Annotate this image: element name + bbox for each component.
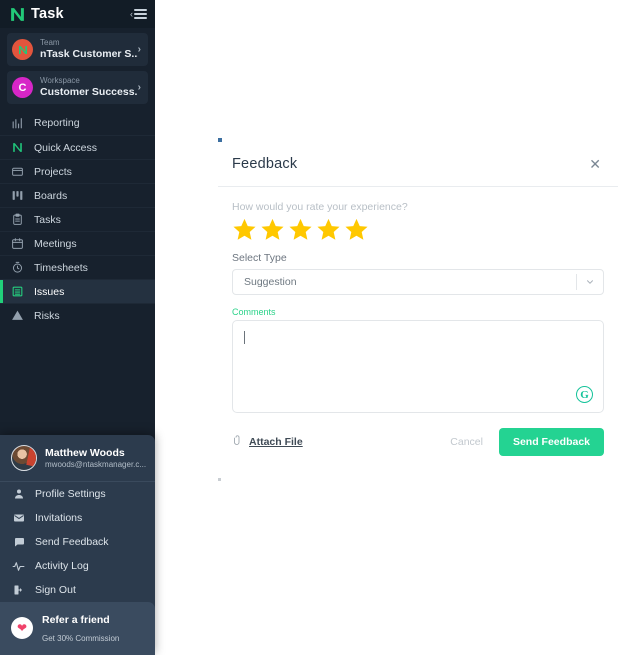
context-switchers: Team nTask Customer S... › C Workspace C… — [0, 28, 155, 109]
activity-pulse-icon — [11, 560, 26, 573]
star-rating[interactable] — [232, 217, 604, 242]
modal-title: Feedback — [232, 156, 298, 172]
sidebar-item-tasks[interactable]: Tasks — [0, 207, 155, 231]
sidebar: Task ‹ Team nTask Customer S... › C Work… — [0, 0, 155, 655]
team-switcher[interactable]: Team nTask Customer S... › — [7, 33, 148, 66]
star-4[interactable] — [316, 217, 341, 242]
chevron-right-icon: › — [137, 44, 141, 55]
sidebar-item-risks[interactable]: Risks — [0, 303, 155, 327]
select-type-dropdown[interactable]: Suggestion — [232, 269, 604, 295]
attach-file-label: Attach File — [249, 436, 303, 448]
sidebar-nav: Reporting Quick Access Projects Boards T… — [0, 111, 155, 327]
profile-menu-item-label: Activity Log — [35, 560, 89, 572]
board-columns-icon — [10, 188, 25, 203]
sidebar-brand-bar: Task ‹ — [0, 0, 155, 28]
sidebar-item-issues[interactable]: Issues — [0, 279, 155, 303]
workspace-avatar: C — [12, 77, 33, 98]
modal-body: How would you rate your experience? Sele… — [218, 187, 618, 413]
sidebar-item-timesheets[interactable]: Timesheets — [0, 255, 155, 279]
envelope-icon — [11, 512, 26, 524]
profile-user-email: mwoods@ntaskmanager.c... — [45, 459, 147, 469]
profile-menu-item-label: Send Feedback — [35, 536, 109, 548]
sidebar-item-label: Risks — [34, 309, 60, 322]
chevron-right-icon: › — [137, 82, 141, 93]
select-type-label: Select Type — [232, 252, 287, 264]
paperclip-icon — [232, 433, 244, 451]
profile-menu-item-activity-log[interactable]: Activity Log — [0, 554, 155, 578]
brand-logo[interactable]: Task — [9, 6, 64, 23]
sidebar-item-label: Meetings — [34, 237, 77, 250]
text-cursor — [244, 331, 245, 344]
workspace-name: Customer Success... — [40, 86, 138, 98]
attach-file-button[interactable]: Attach File — [232, 433, 303, 451]
user-avatar-photo — [11, 445, 37, 471]
profile-menu-item-label: Profile Settings — [35, 488, 106, 500]
sidebar-item-label: Tasks — [34, 213, 61, 226]
team-name: nTask Customer S... — [40, 48, 138, 60]
stopwatch-icon — [10, 260, 25, 275]
decorative-speck-bottom — [218, 478, 221, 481]
ntask-quick-access-icon — [10, 140, 25, 155]
sidebar-item-label: Timesheets — [34, 261, 88, 274]
sidebar-item-label: Projects — [34, 165, 72, 178]
ntask-n-logo-icon — [9, 6, 26, 23]
profile-menu-item-label: Invitations — [35, 512, 83, 524]
app-root: Task ‹ Team nTask Customer S... › C Work… — [0, 0, 624, 655]
team-kicker: Team — [40, 39, 60, 48]
profile-menu-item-invitations[interactable]: Invitations — [0, 506, 155, 530]
grammarly-icon[interactable]: G — [576, 386, 593, 403]
chart-bar-icon — [10, 116, 25, 131]
star-1[interactable] — [232, 217, 257, 242]
sidebar-item-label: Reporting — [34, 117, 80, 129]
rating-question: How would you rate your experience? — [232, 201, 408, 213]
sidebar-item-meetings[interactable]: Meetings — [0, 231, 155, 255]
folder-icon — [10, 164, 25, 179]
profile-menu-panel: Matthew Woods mwoods@ntaskmanager.c... P… — [0, 435, 155, 655]
close-x-icon[interactable]: ✕ — [586, 155, 604, 173]
heart-icon: ❤ — [11, 617, 33, 639]
sidebar-item-label: Issues — [34, 285, 65, 298]
sidebar-item-label: Boards — [34, 189, 68, 202]
list-issues-icon — [10, 284, 25, 299]
clipboard-icon — [10, 212, 25, 227]
sidebar-item-reporting[interactable]: Reporting — [0, 111, 155, 135]
sidebar-item-quick-access[interactable]: Quick Access — [0, 135, 155, 159]
star-5[interactable] — [344, 217, 369, 242]
sidebar-item-projects[interactable]: Projects — [0, 159, 155, 183]
refer-a-friend-banner[interactable]: ❤ Refer a friend Get 30% Commission — [0, 602, 155, 655]
chevron-down-icon[interactable] — [577, 277, 603, 287]
modal-header: Feedback ✕ — [218, 143, 618, 187]
profile-menu-item-profile-settings[interactable]: Profile Settings — [0, 482, 155, 506]
decorative-speck — [218, 138, 222, 142]
select-type-value: Suggestion — [244, 276, 297, 288]
brand-name: Task — [31, 6, 64, 22]
calendar-icon — [10, 236, 25, 251]
star-3[interactable] — [288, 217, 313, 242]
sidebar-item-label: Quick Access — [34, 141, 98, 154]
comments-textarea[interactable]: G — [232, 320, 604, 413]
warning-triangle-icon — [10, 308, 25, 323]
profile-user-name: Matthew Woods — [45, 446, 125, 459]
workspace-kicker: Workspace — [40, 77, 80, 86]
star-2[interactable] — [260, 217, 285, 242]
team-avatar — [12, 39, 33, 60]
profile-menu-item-sign-out[interactable]: Sign Out — [0, 578, 155, 602]
modal-footer: Attach File Cancel Send Feedback — [218, 413, 618, 472]
profile-menu-item-label: Sign Out — [35, 584, 76, 596]
profile-menu-item-send-feedback[interactable]: Send Feedback — [0, 530, 155, 554]
person-icon — [11, 488, 26, 500]
profile-header[interactable]: Matthew Woods mwoods@ntaskmanager.c... — [0, 435, 155, 482]
comments-label: Comments — [232, 307, 276, 317]
sign-out-icon — [11, 584, 26, 596]
collapse-menu-icon[interactable]: ‹ — [130, 9, 147, 19]
feedback-modal: Feedback ✕ How would you rate your exper… — [218, 138, 618, 481]
refer-title: Refer a friend — [42, 614, 110, 626]
cancel-button[interactable]: Cancel — [448, 432, 485, 452]
send-feedback-button[interactable]: Send Feedback — [498, 428, 604, 456]
refer-subtitle: Get 30% Commission — [42, 634, 120, 643]
workspace-switcher[interactable]: C Workspace Customer Success... › — [7, 71, 148, 104]
sidebar-item-boards[interactable]: Boards — [0, 183, 155, 207]
chat-bubble-icon — [11, 536, 26, 548]
